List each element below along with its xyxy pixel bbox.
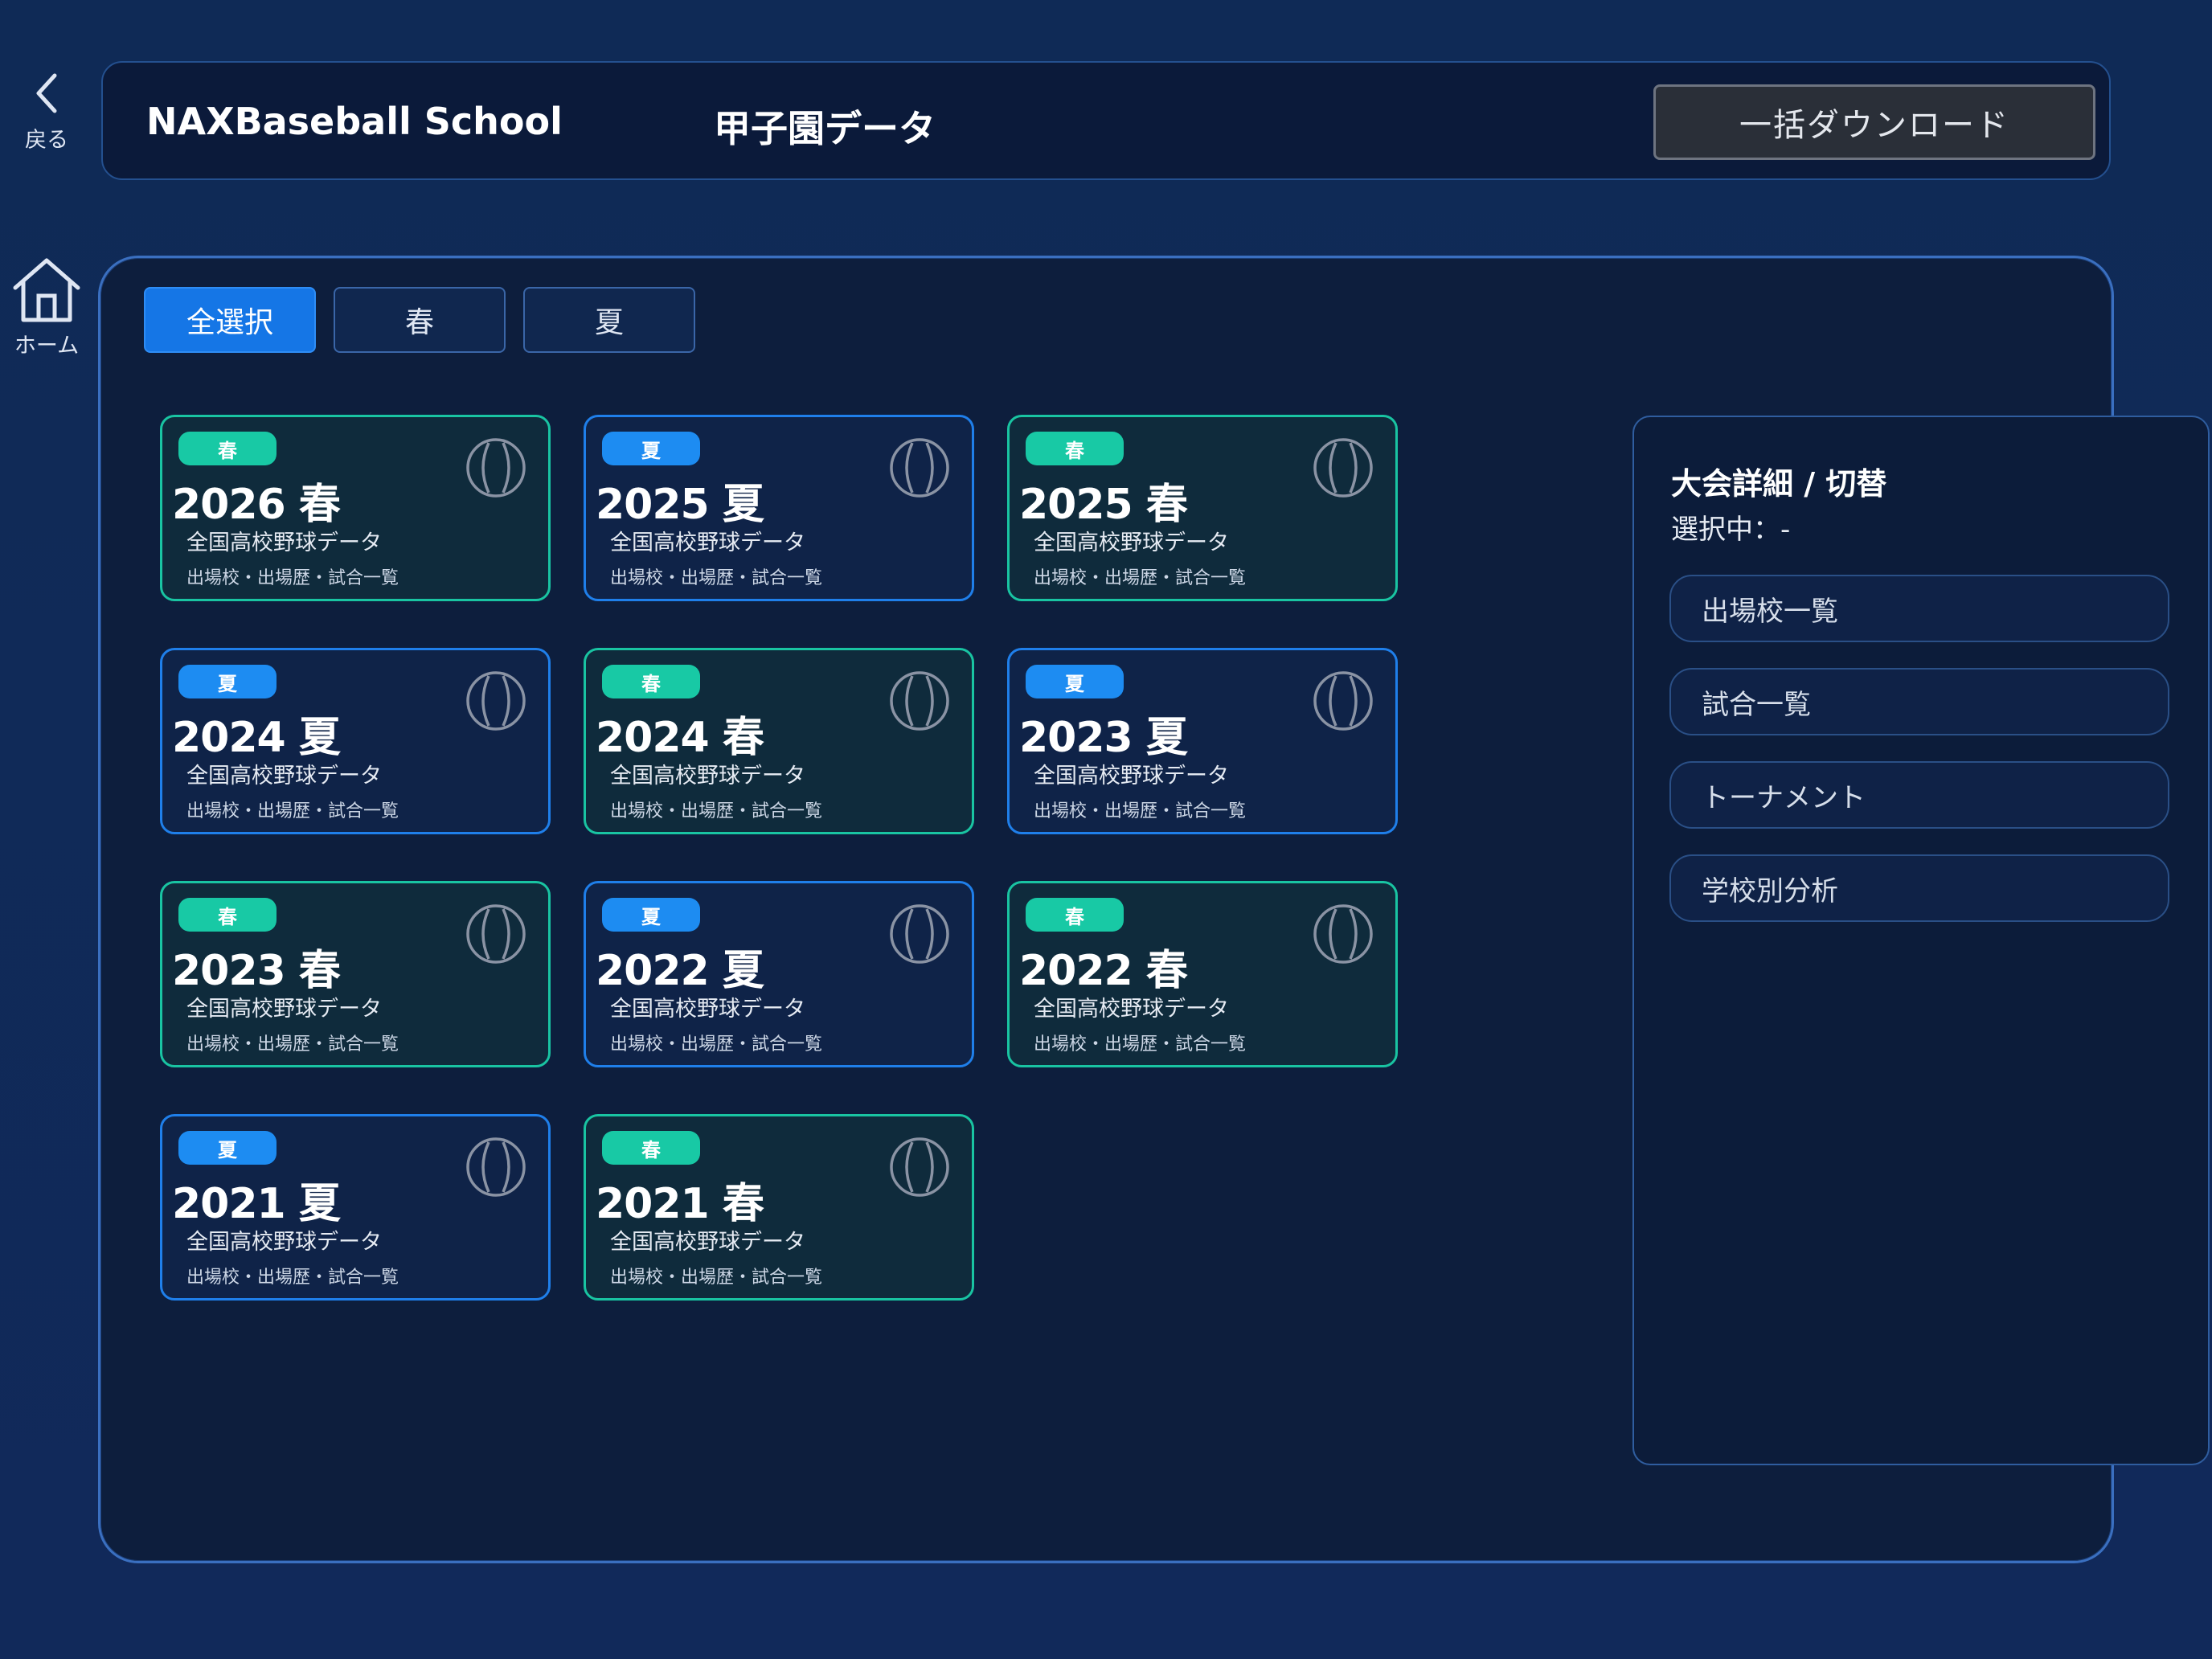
season-badge: 春 [178, 898, 276, 932]
card-meta: 出場校・出場歴・試合一覧 [610, 1268, 823, 1288]
card-meta: 出場校・出場歴・試合一覧 [186, 1268, 399, 1288]
tournament-button[interactable]: トーナメント [1669, 761, 2169, 829]
card-meta: 出場校・出場歴・試合一覧 [610, 1034, 823, 1055]
selection-status: 選択中：- [1671, 514, 1791, 546]
card-subtitle: 全国高校野球データ [1034, 764, 1229, 789]
card-meta: 出場校・出場歴・試合一覧 [610, 801, 823, 821]
card-subtitle: 全国高校野球データ [610, 764, 805, 789]
tournament-card[interactable]: 春 2025 春全国高校野球データ出場校・出場歴・試合一覧 [1007, 415, 1398, 601]
page-title: 甲子園データ [714, 107, 936, 150]
card-title: 2022 春 [1019, 947, 1188, 995]
tournament-card[interactable]: 夏 2021 夏全国高校野球データ出場校・出場歴・試合一覧 [160, 1114, 551, 1301]
card-title: 2025 春 [1019, 481, 1188, 529]
card-subtitle: 全国高校野球データ [610, 1230, 805, 1255]
season-badge: 夏 [178, 1131, 276, 1165]
card-subtitle: 全国高校野球データ [1034, 997, 1229, 1022]
tournament-detail-panel: 大会詳細 / 切替 選択中：- 出場校一覧 試合一覧 トーナメント 学校別分析 [1632, 416, 2210, 1465]
home-label: ホーム [14, 334, 80, 358]
season-badge: 夏 [178, 665, 276, 698]
card-meta: 出場校・出場歴・試合一覧 [186, 801, 399, 821]
home-button[interactable]: ホーム [0, 256, 93, 359]
season-badge: 春 [178, 432, 276, 465]
card-meta: 出場校・出場歴・試合一覧 [1034, 568, 1247, 588]
tournament-card[interactable]: 春 2023 春全国高校野球データ出場校・出場歴・試合一覧 [160, 881, 551, 1067]
card-subtitle: 全国高校野球データ [186, 997, 382, 1022]
baseball-icon [890, 1137, 949, 1197]
baseball-icon [466, 438, 526, 498]
baseball-icon [1313, 671, 1373, 731]
tournament-card[interactable]: 春 2021 春全国高校野球データ出場校・出場歴・試合一覧 [584, 1114, 974, 1301]
back-label: 戻る [25, 128, 68, 153]
card-subtitle: 全国高校野球データ [610, 997, 805, 1022]
school-analysis-button[interactable]: 学校別分析 [1669, 854, 2169, 922]
tournament-card[interactable]: 春 2022 春全国高校野球データ出場校・出場歴・試合一覧 [1007, 881, 1398, 1067]
card-title: 2025 夏 [596, 481, 764, 529]
chevron-left-icon [36, 73, 57, 113]
season-badge: 夏 [602, 898, 700, 932]
card-title: 2024 夏 [172, 714, 341, 762]
tournament-card[interactable]: 夏 2024 夏全国高校野球データ出場校・出場歴・試合一覧 [160, 648, 551, 834]
back-button[interactable]: 戻る [0, 69, 93, 154]
card-subtitle: 全国高校野球データ [610, 530, 805, 555]
bulk-download-button[interactable]: 一括ダウンロード [1653, 84, 2095, 160]
card-title: 2022 夏 [596, 947, 764, 995]
card-title: 2024 春 [596, 714, 764, 762]
season-badge: 夏 [602, 432, 700, 465]
tournament-card[interactable]: 春 2024 春全国高校野球データ出場校・出場歴・試合一覧 [584, 648, 974, 834]
card-title: 2023 夏 [1019, 714, 1188, 762]
season-badge: 春 [1026, 898, 1124, 932]
game-list-button[interactable]: 試合一覧 [1669, 668, 2169, 735]
baseball-icon [1313, 438, 1373, 498]
home-icon [13, 258, 80, 322]
tournament-card[interactable]: 春 2026 春全国高校野球データ出場校・出場歴・試合一覧 [160, 415, 551, 601]
card-subtitle: 全国高校野球データ [186, 1230, 382, 1255]
brand-name: NAXBaseball School [146, 100, 563, 143]
card-meta: 出場校・出場歴・試合一覧 [1034, 801, 1247, 821]
card-title: 2023 春 [172, 947, 341, 995]
card-meta: 出場校・出場歴・試合一覧 [610, 568, 823, 588]
baseball-icon [466, 1137, 526, 1197]
season-badge: 春 [602, 665, 700, 698]
baseball-icon [466, 904, 526, 964]
card-title: 2021 春 [596, 1180, 764, 1228]
baseball-icon [890, 438, 949, 498]
baseball-icon [1313, 904, 1373, 964]
card-meta: 出場校・出場歴・試合一覧 [186, 568, 399, 588]
baseball-icon [890, 904, 949, 964]
school-list-button[interactable]: 出場校一覧 [1669, 575, 2169, 642]
tournament-card[interactable]: 夏 2023 夏全国高校野球データ出場校・出場歴・試合一覧 [1007, 648, 1398, 834]
card-subtitle: 全国高校野球データ [1034, 530, 1229, 555]
main-panel: 全選択 春 夏 春 2026 春全国高校野球データ 出場校・出場歴・試合一覧夏 202… [98, 256, 2210, 1563]
season-badge: 春 [602, 1131, 700, 1165]
card-meta: 出場校・出場歴・試合一覧 [1034, 1034, 1247, 1055]
filter-spring-button[interactable]: 春 [334, 287, 506, 353]
filter-all-button[interactable]: 全選択 [144, 287, 316, 353]
detail-panel-title: 大会詳細 / 切替 [1671, 466, 1887, 502]
header-bar: NAXBaseball School 甲子園データ 一括ダウンロード [101, 61, 2111, 180]
season-badge: 夏 [1026, 665, 1124, 698]
season-badge: 春 [1026, 432, 1124, 465]
app-root: 戻る ホーム NAXBaseball School 甲子園データ 一括ダウンロー… [0, 0, 2212, 1659]
tournament-card[interactable]: 夏 2025 夏全国高校野球データ出場校・出場歴・試合一覧 [584, 415, 974, 601]
card-meta: 出場校・出場歴・試合一覧 [186, 1034, 399, 1055]
tournament-card[interactable]: 夏 2022 夏全国高校野球データ出場校・出場歴・試合一覧 [584, 881, 974, 1067]
card-title: 2021 夏 [172, 1180, 341, 1228]
filter-summer-button[interactable]: 夏 [523, 287, 695, 353]
card-subtitle: 全国高校野球データ [186, 764, 382, 789]
card-subtitle: 全国高校野球データ [186, 530, 382, 555]
card-title: 2026 春 [172, 481, 341, 529]
baseball-icon [466, 671, 526, 731]
baseball-icon [890, 671, 949, 731]
